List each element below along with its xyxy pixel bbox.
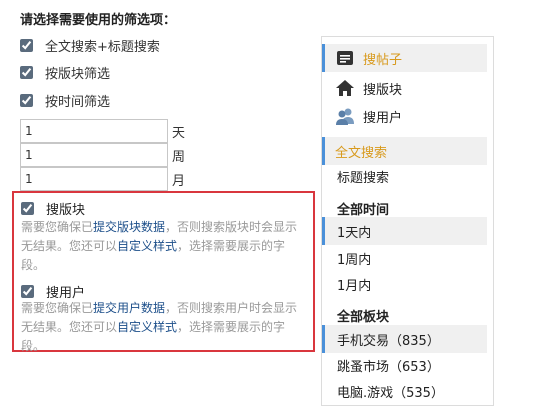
sidebar-item-posts[interactable]: 搜帖子 bbox=[322, 44, 487, 72]
time-day-row: 天 bbox=[20, 119, 185, 143]
time-heading[interactable]: 全部时间 bbox=[337, 199, 389, 218]
sidebar-time-month[interactable]: 1月内 bbox=[322, 270, 487, 298]
week-unit: 周 bbox=[172, 149, 186, 165]
post-icon bbox=[335, 48, 355, 68]
sidebar-scope-title[interactable]: 标题搜索 bbox=[322, 162, 487, 190]
search-forum-label: 搜版块 bbox=[46, 203, 86, 218]
search-sidebar: 搜帖子 搜版块 搜用户 全文搜索 标题搜索 全部时间 1天内 1周内 1月内 全… bbox=[321, 36, 494, 406]
sidebar-forum-games[interactable]: 电脑.游戏（535） bbox=[322, 377, 487, 405]
time-month-row: 月 bbox=[20, 167, 185, 191]
sidebar-time-week[interactable]: 1周内 bbox=[322, 244, 487, 272]
option-by-forum[interactable]: 按版块筛选 bbox=[20, 62, 110, 82]
option-fulltext-checkbox[interactable] bbox=[20, 38, 33, 52]
sidebar-scope-fulltext[interactable]: 全文搜索 bbox=[322, 137, 487, 165]
week-input[interactable] bbox=[20, 143, 168, 167]
time-week-row: 周 bbox=[20, 143, 185, 167]
home-icon bbox=[335, 78, 355, 98]
custom-style-link[interactable]: 自定义样式 bbox=[117, 320, 177, 334]
day-unit: 天 bbox=[172, 125, 186, 141]
sidebar-forum-phone[interactable]: 手机交易（835） bbox=[322, 325, 487, 353]
option-search-forum[interactable]: 搜版块 bbox=[21, 199, 85, 218]
option-label: 按版块筛选 bbox=[45, 66, 111, 82]
option-fulltext-title[interactable]: 全文搜索+标题搜索 bbox=[20, 35, 160, 55]
day-input[interactable] bbox=[20, 119, 168, 143]
option-by-time[interactable]: 按时间筛选 bbox=[20, 90, 110, 110]
forum-note: 需要您确保已提交版块数据，否则搜索版块时会显示无结果。您还可以自定义样式，选择需… bbox=[21, 220, 298, 272]
option-time-checkbox[interactable] bbox=[20, 93, 33, 107]
month-unit: 月 bbox=[172, 173, 186, 189]
page-title: 请选择需要使用的筛选项： bbox=[20, 13, 177, 28]
option-forum-checkbox[interactable] bbox=[20, 65, 33, 79]
forum-heading[interactable]: 全部板块 bbox=[337, 306, 389, 325]
sidebar-forum-market[interactable]: 跳蚤市场（653） bbox=[322, 351, 487, 379]
sidebar-item-forums[interactable]: 搜版块 bbox=[322, 74, 487, 102]
submit-forum-data-link[interactable]: 提交版块数据 bbox=[93, 220, 165, 234]
sidebar-item-users[interactable]: 搜用户 bbox=[322, 102, 487, 130]
custom-style-link[interactable]: 自定义样式 bbox=[117, 239, 177, 253]
sidebar-time-day[interactable]: 1天内 bbox=[322, 217, 487, 245]
users-icon bbox=[335, 106, 355, 126]
highlight-box: 搜版块 需要您确保已提交版块数据，否则搜索版块时会显示无结果。您还可以自定义样式… bbox=[12, 191, 315, 353]
month-input[interactable] bbox=[20, 167, 168, 191]
search-forum-checkbox[interactable] bbox=[21, 202, 34, 215]
option-label: 全文搜索+标题搜索 bbox=[45, 39, 160, 55]
user-note: 需要您确保已提交用户数据，否则搜索用户时会显示无结果。您还可以自定义样式，选择需… bbox=[21, 301, 298, 353]
submit-user-data-link[interactable]: 提交用户数据 bbox=[93, 301, 165, 315]
search-user-checkbox[interactable] bbox=[21, 285, 34, 298]
option-label: 按时间筛选 bbox=[45, 94, 111, 110]
